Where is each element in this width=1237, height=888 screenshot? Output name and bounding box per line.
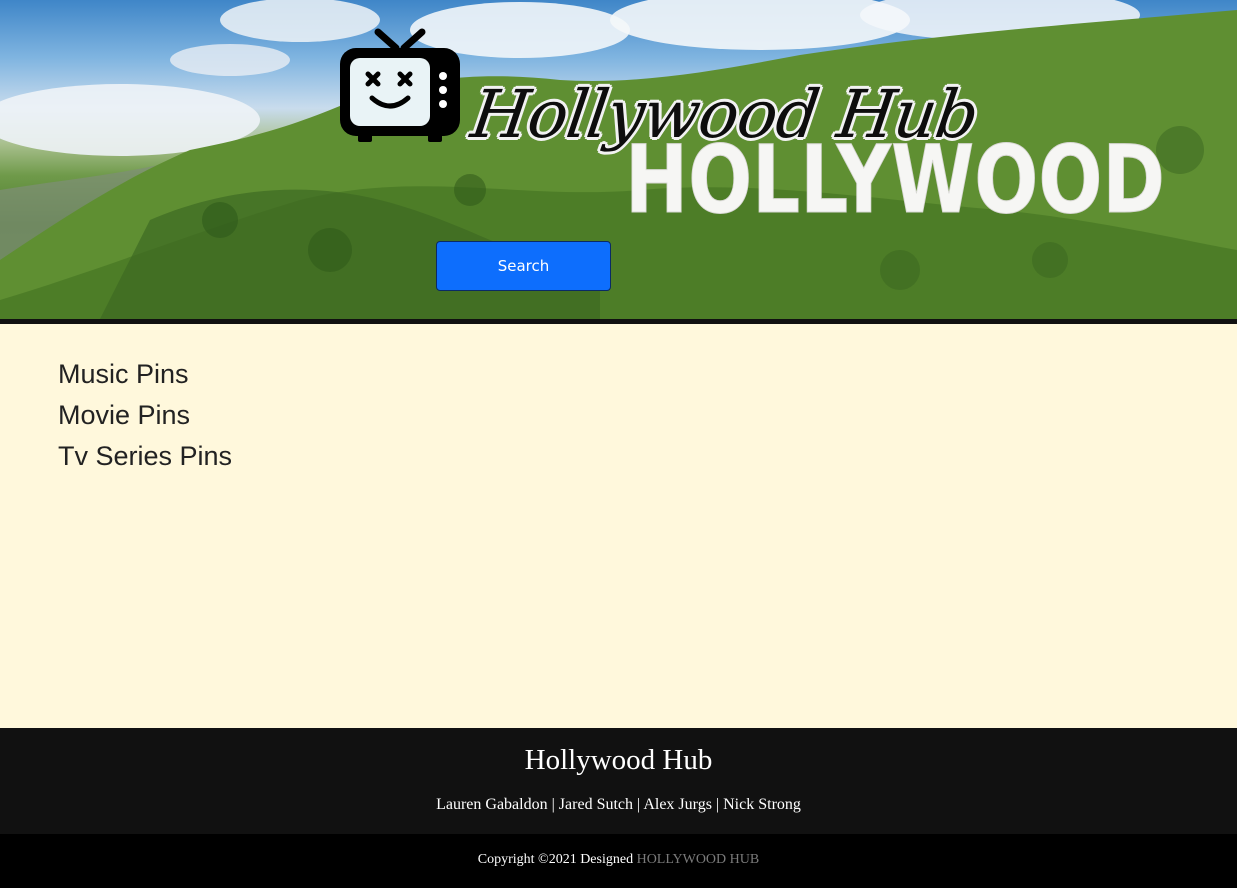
tv-smiley-icon bbox=[340, 28, 460, 142]
hollywood-hills-background: HOLLYWOOD bbox=[0, 0, 1237, 319]
copyright-bar: Copyright ©2021 Designed HOLLYWOOD HUB bbox=[0, 834, 1237, 888]
hero-banner: HOLLYWOOD Hollywood Hub Search bbox=[0, 0, 1237, 319]
list-item: Music Pins bbox=[58, 354, 232, 395]
copyright-prefix: Copyright ©2021 Designed bbox=[477, 852, 634, 867]
main-content: Music Pins Movie Pins Tv Series Pins bbox=[0, 324, 1237, 728]
pin-category-list: Music Pins Movie Pins Tv Series Pins bbox=[58, 354, 232, 477]
copyright-text: Copyright ©2021 Designed HOLLYWOOD HUB bbox=[0, 852, 1237, 868]
brand-link[interactable]: HOLLYWOOD HUB bbox=[637, 852, 760, 867]
movie-pins-link[interactable]: Movie Pins bbox=[58, 395, 232, 436]
tv-series-pins-link[interactable]: Tv Series Pins bbox=[58, 436, 232, 477]
site-title: Hollywood Hub bbox=[466, 76, 983, 153]
search-button[interactable]: Search bbox=[436, 241, 611, 291]
list-item: Movie Pins bbox=[58, 395, 232, 436]
music-pins-link[interactable]: Music Pins bbox=[58, 354, 232, 395]
footer: Hollywood Hub Lauren Gabaldon | Jared Su… bbox=[0, 728, 1237, 834]
footer-authors: Lauren Gabaldon | Jared Sutch | Alex Jur… bbox=[436, 796, 801, 813]
list-item: Tv Series Pins bbox=[58, 436, 232, 477]
footer-title: Hollywood Hub bbox=[524, 744, 713, 776]
